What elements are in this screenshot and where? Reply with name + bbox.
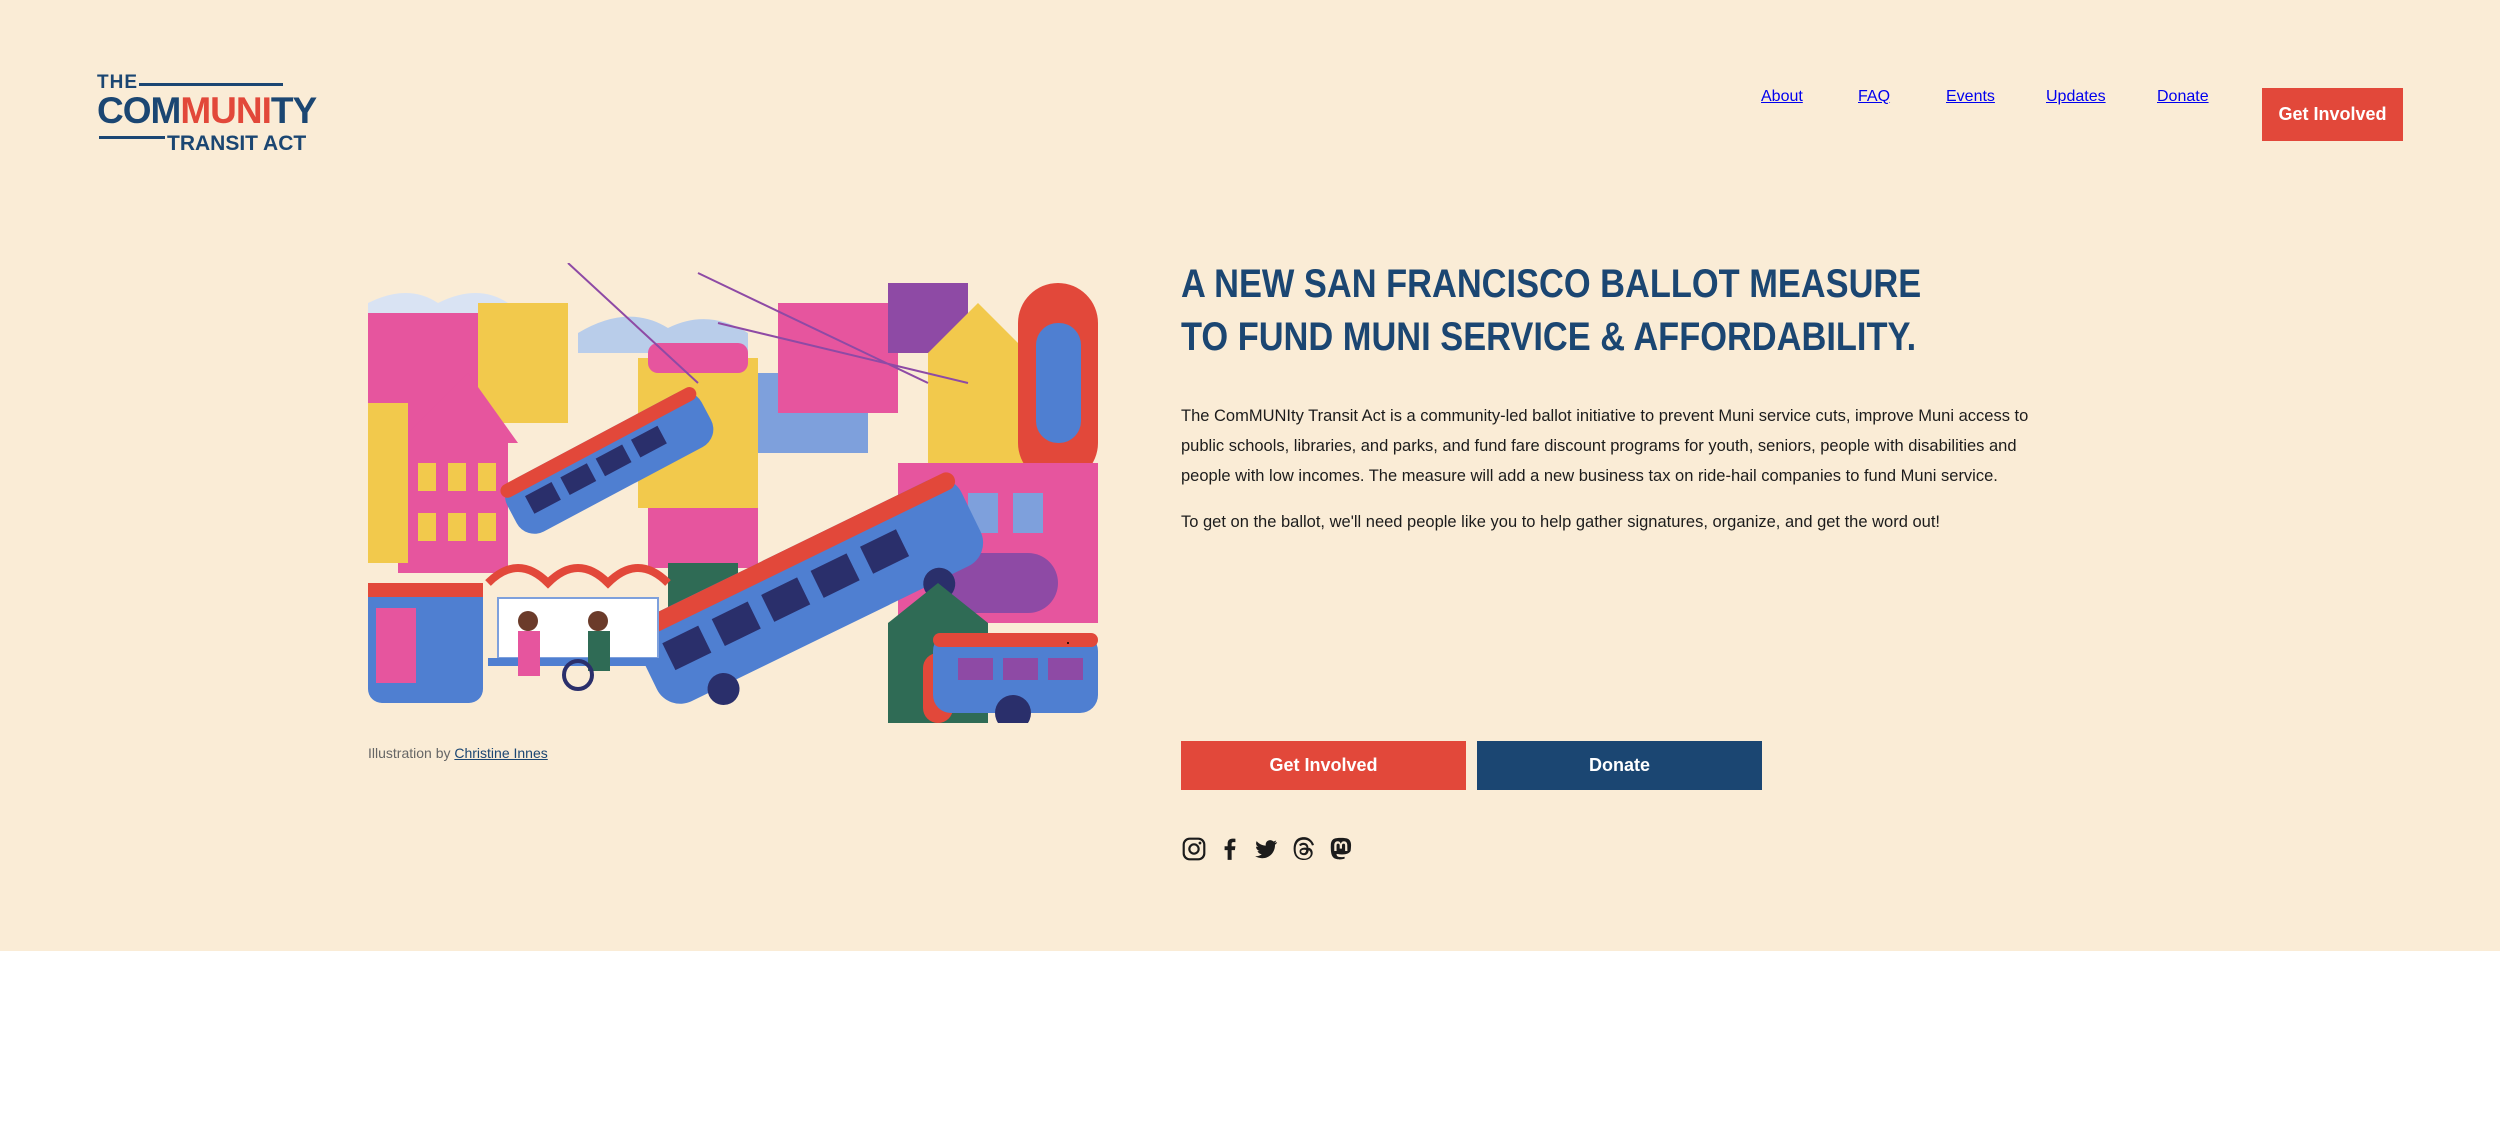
threads-icon[interactable] bbox=[1291, 836, 1317, 862]
nav-donate[interactable]: Donate bbox=[2157, 88, 2209, 106]
illustration-caption: Illustration by Christine Innes bbox=[368, 745, 548, 761]
logo-word: COMMUNITY bbox=[97, 90, 317, 131]
instagram-icon[interactable] bbox=[1181, 836, 1207, 862]
donate-button[interactable]: Donate bbox=[1477, 741, 1762, 790]
nav-about[interactable]: About bbox=[1761, 88, 1803, 106]
site-logo[interactable]: THE COMMUNITY TRANSIT ACT bbox=[97, 70, 317, 162]
call-to-action-paragraph: To get on the ballot, we'll need people … bbox=[1181, 513, 1940, 531]
nav-updates[interactable]: Updates bbox=[2046, 88, 2106, 106]
illustrator-link[interactable]: Christine Innes bbox=[454, 745, 547, 761]
mastodon-icon[interactable] bbox=[1328, 836, 1354, 862]
logo-rule bbox=[99, 136, 165, 139]
hero-section: THE COMMUNITY TRANSIT ACT About FAQ Even… bbox=[0, 0, 2500, 951]
logo-subtitle: TRANSIT ACT bbox=[167, 132, 307, 155]
twitter-icon[interactable] bbox=[1253, 836, 1279, 862]
intro-paragraph: The ComMUNIty Transit Act is a community… bbox=[1181, 407, 2029, 485]
nav-events[interactable]: Events bbox=[1946, 88, 1995, 106]
logo-rule bbox=[139, 83, 283, 86]
hero-illustration bbox=[368, 263, 1098, 723]
nav-faq[interactable]: FAQ bbox=[1858, 88, 1890, 106]
get-involved-button[interactable]: Get Involved bbox=[1181, 741, 1466, 790]
nav-get-involved-button[interactable]: Get Involved bbox=[2262, 88, 2403, 141]
facebook-icon[interactable] bbox=[1217, 836, 1243, 862]
page-title: A NEW SAN FRANCISCO BALLOT MEASURE TO FU… bbox=[1181, 262, 1922, 359]
